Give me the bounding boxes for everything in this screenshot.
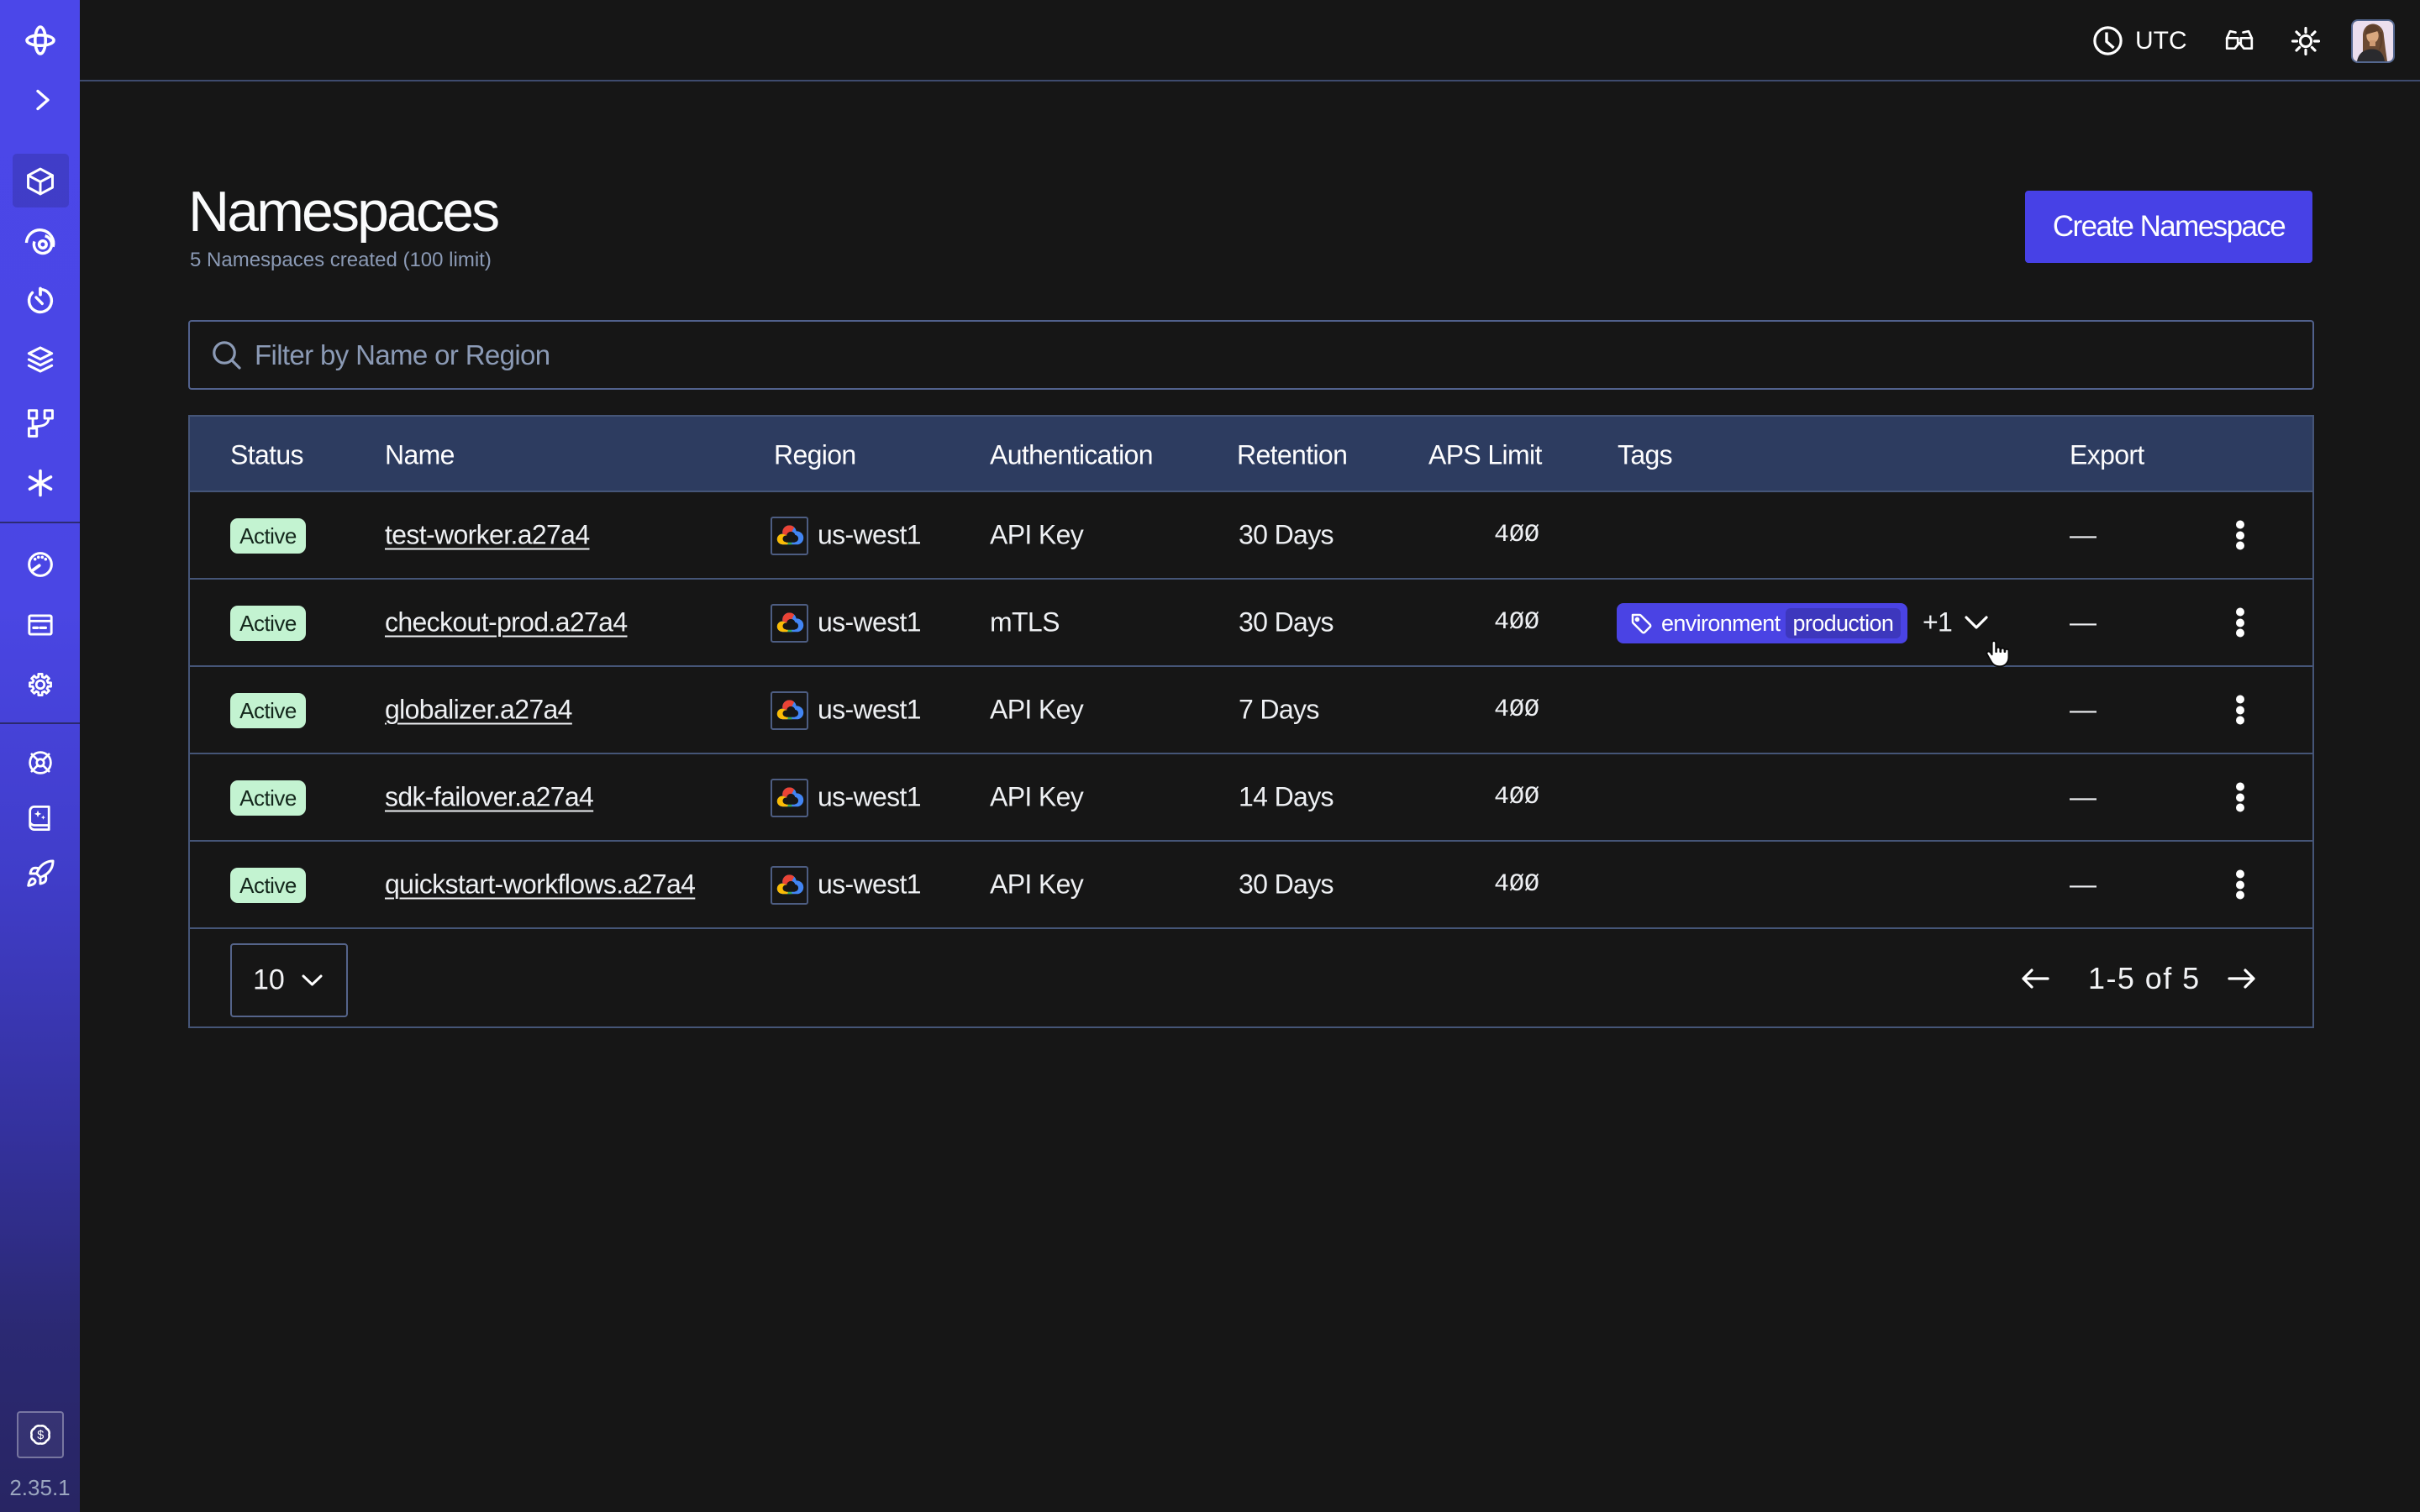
svg-text:$: $ [37, 1429, 44, 1442]
